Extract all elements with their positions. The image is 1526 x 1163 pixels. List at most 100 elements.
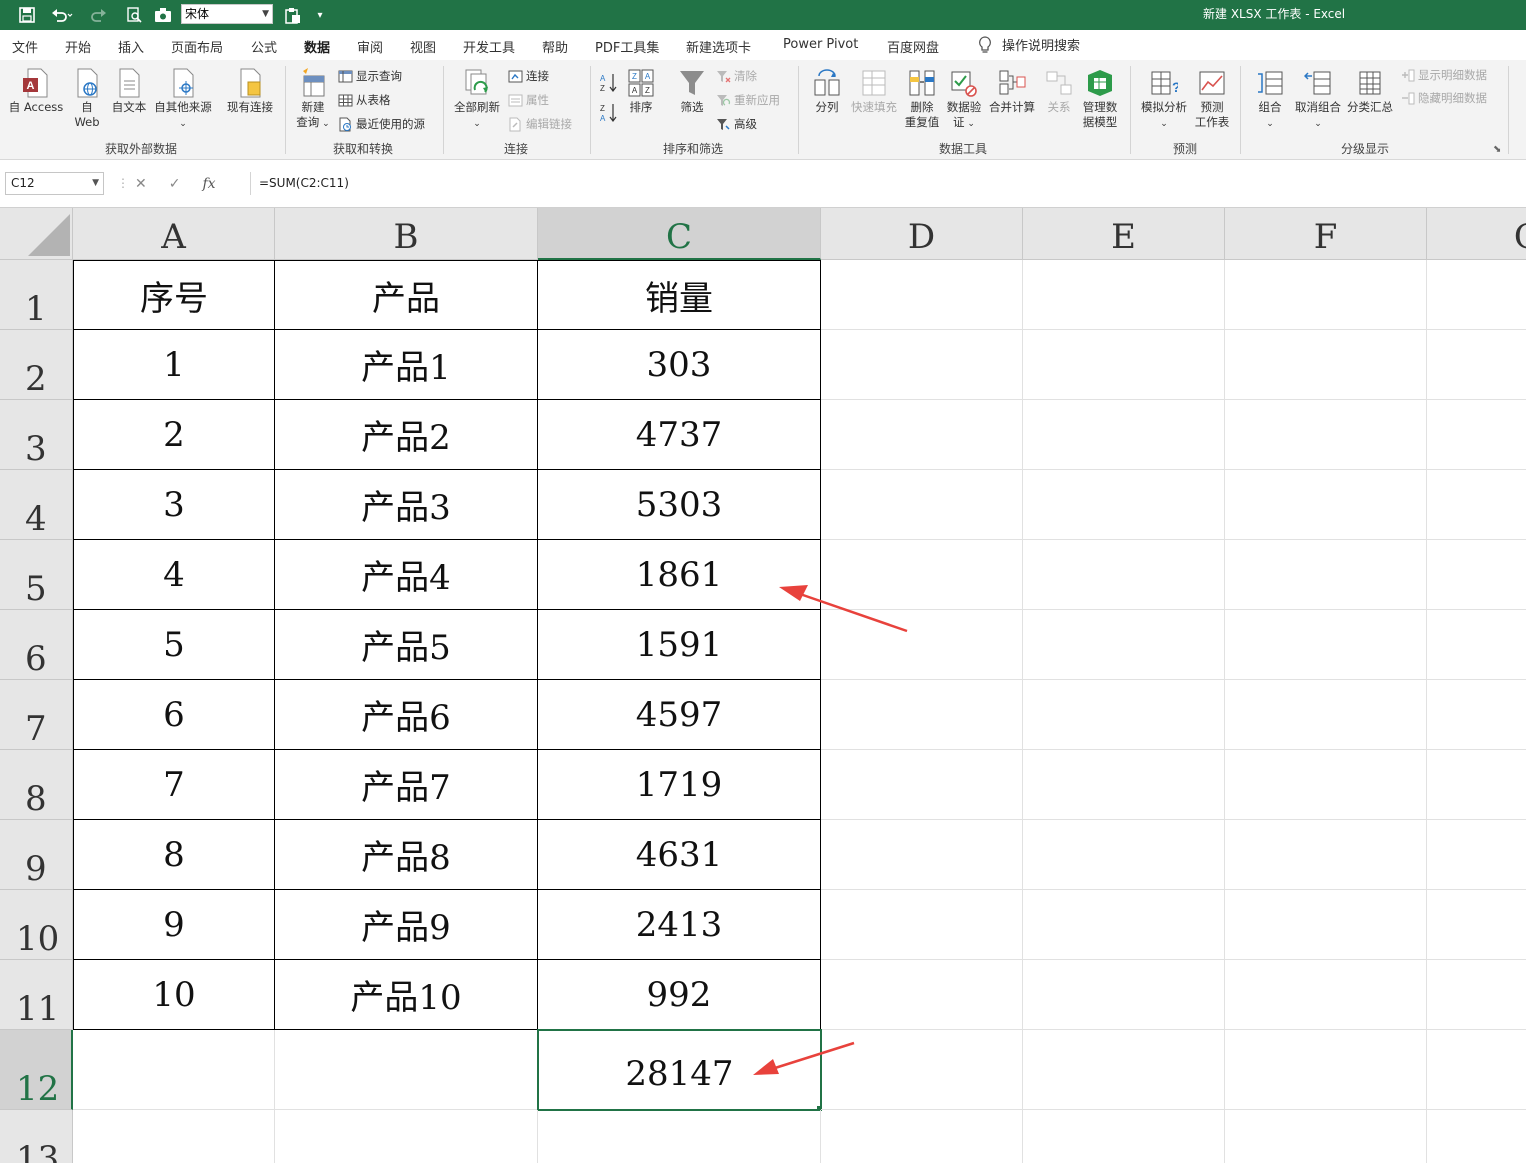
font-name-select[interactable]: 宋体 ▼ [181,4,273,24]
cell-f4[interactable] [1225,470,1427,540]
tab-home[interactable]: 开始 [65,37,91,56]
save-icon[interactable] [14,0,40,30]
cell-b13[interactable] [275,1110,538,1163]
show-queries-button[interactable]: 显示查询 [338,67,402,85]
cell-b1[interactable]: 产品 [275,260,538,330]
cell-g3[interactable] [1427,400,1526,470]
row-header-13[interactable]: 13 [0,1110,73,1163]
cell-b7[interactable]: 产品6 [275,680,538,750]
cell-c9[interactable]: 4631 [538,820,821,890]
cell-e11[interactable] [1023,960,1225,1030]
cell-c6[interactable]: 1591 [538,610,821,680]
redo-icon[interactable] [86,0,114,30]
cell-g1[interactable] [1427,260,1526,330]
column-header-d[interactable]: D [821,208,1023,260]
forecast-sheet-button[interactable]: 预测 工作表 [1192,68,1232,130]
tab-file[interactable]: 文件 [12,37,38,56]
from-table-button[interactable]: 从表格 [338,91,391,109]
tab-page-layout[interactable]: 页面布局 [171,37,223,56]
advanced-filter-button[interactable]: 高级 [716,115,757,133]
cell-b9[interactable]: 产品8 [275,820,538,890]
consolidate-button[interactable]: 合并计算 [986,68,1038,115]
cell-a11[interactable]: 10 [73,960,275,1030]
row-header-5[interactable]: 5 [0,540,73,610]
row-header-11[interactable]: 11 [0,960,73,1030]
cell-d6[interactable] [821,610,1023,680]
camera-icon[interactable] [151,0,175,30]
cell-f5[interactable] [1225,540,1427,610]
cell-g8[interactable] [1427,750,1526,820]
cell-d5[interactable] [821,540,1023,610]
cell-e2[interactable] [1023,330,1225,400]
cell-g9[interactable] [1427,820,1526,890]
cell-f9[interactable] [1225,820,1427,890]
edit-links-button[interactable]: 编辑链接 [508,115,572,133]
tab-data[interactable]: 数据 [304,37,331,63]
cell-a6[interactable]: 5 [73,610,275,680]
data-validation-button[interactable]: 数据验 证 ⌄ [944,68,984,132]
clear-filter-button[interactable]: 清除 [716,67,757,85]
existing-connections-button[interactable]: 现有连接 [222,68,278,115]
cell-a1[interactable]: 序号 [73,260,275,330]
cell-d13[interactable] [821,1110,1023,1163]
cell-e13[interactable] [1023,1110,1225,1163]
cell-e7[interactable] [1023,680,1225,750]
cell-b10[interactable]: 产品9 [275,890,538,960]
cell-e12[interactable] [1023,1030,1225,1110]
cell-e10[interactable] [1023,890,1225,960]
cell-b11[interactable]: 产品10 [275,960,538,1030]
from-text-button[interactable]: 自文本 [108,68,150,115]
relationships-button[interactable]: 关系 [1042,68,1076,115]
cell-a3[interactable]: 2 [73,400,275,470]
cell-a4[interactable]: 3 [73,470,275,540]
cell-b8[interactable]: 产品7 [275,750,538,820]
formula-input[interactable]: =SUM(C2:C11) [250,172,1526,195]
cell-c13[interactable] [538,1110,821,1163]
cell-a12[interactable] [73,1030,275,1110]
cell-c11[interactable]: 992 [538,960,821,1030]
row-header-7[interactable]: 7 [0,680,73,750]
cell-d11[interactable] [821,960,1023,1030]
row-header-4[interactable]: 4 [0,470,73,540]
tab-review[interactable]: 审阅 [357,37,383,56]
tab-new-tab[interactable]: 新建选项卡 [686,37,751,56]
cell-a10[interactable]: 9 [73,890,275,960]
text-to-columns-button[interactable]: 分列 [808,68,846,115]
enter-icon[interactable]: ✓ [169,176,181,192]
tab-power-pivot[interactable]: Power Pivot [783,37,858,52]
name-box[interactable]: C12 ▼ [5,172,104,195]
cell-b2[interactable]: 产品1 [275,330,538,400]
row-header-3[interactable]: 3 [0,400,73,470]
cell-g12[interactable] [1427,1030,1526,1110]
cell-d7[interactable] [821,680,1023,750]
from-web-button[interactable]: 自 Web [70,68,104,130]
properties-button[interactable]: 属性 [508,91,549,109]
customize-toolbar-icon[interactable]: ▾ [312,0,328,30]
cancel-icon[interactable]: ✕ [135,176,147,192]
cell-c10[interactable]: 2413 [538,890,821,960]
recent-sources-button[interactable]: 最近使用的源 [338,115,425,133]
undo-icon[interactable] [46,0,78,30]
cell-d1[interactable] [821,260,1023,330]
cell-a7[interactable]: 6 [73,680,275,750]
sort-descending-button[interactable]: ZA [600,104,618,123]
row-header-6[interactable]: 6 [0,610,73,680]
cell-e4[interactable] [1023,470,1225,540]
tab-baidu-netdisk[interactable]: 百度网盘 [887,37,939,56]
tell-me-search[interactable]: 操作说明搜索 [978,35,1080,54]
show-detail-button[interactable]: 显示明细数据 [1400,66,1487,84]
reapply-button[interactable]: 重新应用 [716,91,780,109]
cell-f13[interactable] [1225,1110,1427,1163]
cell-c8[interactable]: 1719 [538,750,821,820]
column-header-g[interactable]: G [1427,208,1526,260]
filter-button[interactable]: 筛选 [674,68,710,115]
what-if-analysis-button[interactable]: ? 模拟分析⌄ [1138,68,1190,132]
column-header-c[interactable]: C [538,208,821,260]
cell-c2[interactable]: 303 [538,330,821,400]
tab-view[interactable]: 视图 [410,37,436,56]
row-header-8[interactable]: 8 [0,750,73,820]
cell-d10[interactable] [821,890,1023,960]
cell-f11[interactable] [1225,960,1427,1030]
paste-icon[interactable] [282,0,304,30]
cell-g10[interactable] [1427,890,1526,960]
